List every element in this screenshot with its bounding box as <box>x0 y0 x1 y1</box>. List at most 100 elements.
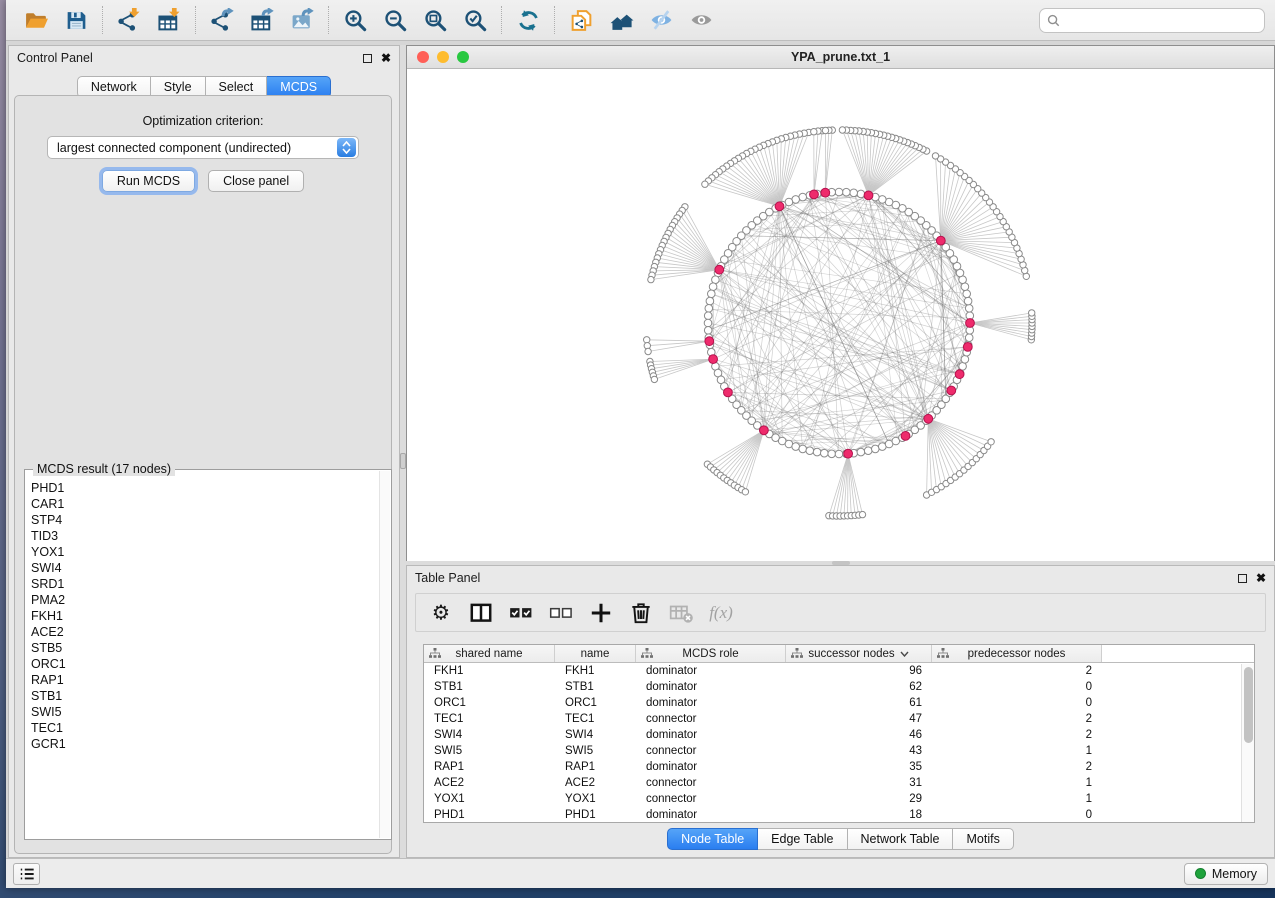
graph-mcds-node[interactable] <box>775 202 784 211</box>
graph-node[interactable] <box>965 334 973 342</box>
cell-successor-nodes[interactable]: 46 <box>786 727 932 743</box>
mcds-node-item[interactable]: SWI5 <box>31 704 379 720</box>
column-header-successor-nodes[interactable]: successor nodes <box>786 645 932 662</box>
graph-node[interactable] <box>709 283 717 291</box>
mcds-node-item[interactable]: TEC1 <box>31 720 379 736</box>
cell-predecessor-nodes[interactable]: 1 <box>932 743 1102 759</box>
cell-predecessor-nodes[interactable]: 1 <box>932 775 1102 791</box>
zoom-out-button[interactable] <box>378 5 412 35</box>
graph-leaf-node[interactable] <box>648 276 654 282</box>
cell-shared-name[interactable]: YOX1 <box>424 791 555 807</box>
graph-mcds-node[interactable] <box>963 343 972 352</box>
cell-shared-name[interactable]: ACE2 <box>424 775 555 791</box>
table-row-YOX1[interactable]: YOX1YOX1connector291 <box>424 791 1254 807</box>
graph-mcds-node[interactable] <box>924 414 933 423</box>
duplicate-button[interactable] <box>564 5 598 35</box>
mcds-node-item[interactable]: STB1 <box>31 688 379 704</box>
graph-mcds-node[interactable] <box>715 265 724 274</box>
criterion-select[interactable]: largest connected component (undirected) <box>47 136 359 159</box>
mcds-node-item[interactable]: SWI4 <box>31 560 379 576</box>
cell-predecessor-nodes[interactable]: 2 <box>932 727 1102 743</box>
graph-node[interactable] <box>964 297 972 305</box>
graph-mcds-node[interactable] <box>760 426 769 435</box>
cell-shared-name[interactable]: PHD1 <box>424 807 555 823</box>
graph-mcds-node[interactable] <box>947 386 956 395</box>
table-row-FKH1[interactable]: FKH1FKH1dominator962 <box>424 663 1254 679</box>
graph-node[interactable] <box>704 312 712 320</box>
graph-node[interactable] <box>857 190 865 198</box>
table-row-TEC1[interactable]: TEC1TEC1connector472 <box>424 711 1254 727</box>
column-header-name[interactable]: name <box>555 645 636 662</box>
graph-mcds-node[interactable] <box>724 388 733 397</box>
graph-mcds-node[interactable] <box>810 190 819 199</box>
minimize-window-icon[interactable] <box>437 51 449 63</box>
graph-node[interactable] <box>704 319 712 327</box>
graph-mcds-node[interactable] <box>936 236 945 245</box>
graph-mcds-node[interactable] <box>844 449 853 458</box>
graph-node[interactable] <box>706 297 714 305</box>
mcds-node-item[interactable]: YOX1 <box>31 544 379 560</box>
mcds-node-item[interactable]: PMA2 <box>31 592 379 608</box>
graph-leaf-node[interactable] <box>645 348 651 354</box>
graph-leaf-node[interactable] <box>702 181 708 187</box>
graph-mcds-node[interactable] <box>821 188 830 197</box>
cell-MCDS-role[interactable]: connector <box>636 743 786 759</box>
graph-node[interactable] <box>813 448 821 456</box>
mcds-list-scrollbar[interactable] <box>379 471 390 838</box>
cell-predecessor-nodes[interactable]: 2 <box>932 759 1102 775</box>
cell-name[interactable]: RAP1 <box>555 759 636 775</box>
graph-node[interactable] <box>872 445 880 453</box>
table-tab-edge-table[interactable]: Edge Table <box>758 828 847 850</box>
zoom-fit-button[interactable] <box>418 5 452 35</box>
mcds-node-item[interactable]: SRD1 <box>31 576 379 592</box>
graph-node[interactable] <box>806 447 814 455</box>
delete-button[interactable] <box>628 600 654 626</box>
network-canvas[interactable] <box>407 69 1274 565</box>
table-tab-motifs[interactable]: Motifs <box>953 828 1013 850</box>
graph-mcds-node[interactable] <box>955 370 964 379</box>
first-neighbors-button[interactable] <box>604 5 638 35</box>
table-scrollbar[interactable] <box>1241 664 1254 822</box>
graph-node[interactable] <box>961 356 969 364</box>
zoom-in-button[interactable] <box>338 5 372 35</box>
graph-mcds-node[interactable] <box>864 191 873 200</box>
graph-node[interactable] <box>850 189 858 197</box>
graph-node[interactable] <box>821 449 829 457</box>
graph-node[interactable] <box>835 450 843 458</box>
cell-name[interactable]: SWI5 <box>555 743 636 759</box>
table-row-SWI5[interactable]: SWI5SWI5connector431 <box>424 743 1254 759</box>
close-panel-icon[interactable]: ✖ <box>1256 572 1266 584</box>
cell-MCDS-role[interactable]: dominator <box>636 663 786 679</box>
cell-name[interactable]: PHD1 <box>555 807 636 823</box>
cell-name[interactable]: TEC1 <box>555 711 636 727</box>
table-row-PHD1[interactable]: PHD1PHD1dominator180 <box>424 807 1254 823</box>
maximize-window-icon[interactable] <box>457 51 469 63</box>
cell-name[interactable]: STB1 <box>555 679 636 695</box>
graph-node[interactable] <box>799 193 807 201</box>
graph-node[interactable] <box>705 305 713 313</box>
cell-MCDS-role[interactable]: connector <box>636 791 786 807</box>
graph-mcds-node[interactable] <box>901 432 910 441</box>
cell-predecessor-nodes[interactable]: 0 <box>932 807 1102 823</box>
column-header-predecessor-nodes[interactable]: predecessor nodes <box>932 645 1102 662</box>
export-network-button[interactable] <box>205 5 239 35</box>
mcds-node-item[interactable]: PHD1 <box>31 480 379 496</box>
graph-leaf-node[interactable] <box>839 127 845 133</box>
close-panel-icon[interactable]: ✖ <box>381 52 391 64</box>
automation-menu-button[interactable] <box>13 863 40 885</box>
function-button[interactable]: f(x) <box>708 600 734 626</box>
graph-leaf-node[interactable] <box>644 337 650 343</box>
mcds-node-item[interactable]: STP4 <box>31 512 379 528</box>
graph-mcds-node[interactable] <box>705 337 714 346</box>
select-all-button[interactable] <box>508 600 534 626</box>
show-all-button[interactable] <box>684 5 718 35</box>
search-input[interactable] <box>1065 13 1257 27</box>
cell-shared-name[interactable]: FKH1 <box>424 663 555 679</box>
cell-predecessor-nodes[interactable]: 1 <box>932 791 1102 807</box>
graph-node[interactable] <box>712 276 720 284</box>
graph-node[interactable] <box>799 445 807 453</box>
cell-MCDS-role[interactable]: dominator <box>636 727 786 743</box>
scrollbar-thumb[interactable] <box>1244 667 1253 743</box>
cell-MCDS-role[interactable]: connector <box>636 775 786 791</box>
cell-successor-nodes[interactable]: 18 <box>786 807 932 823</box>
